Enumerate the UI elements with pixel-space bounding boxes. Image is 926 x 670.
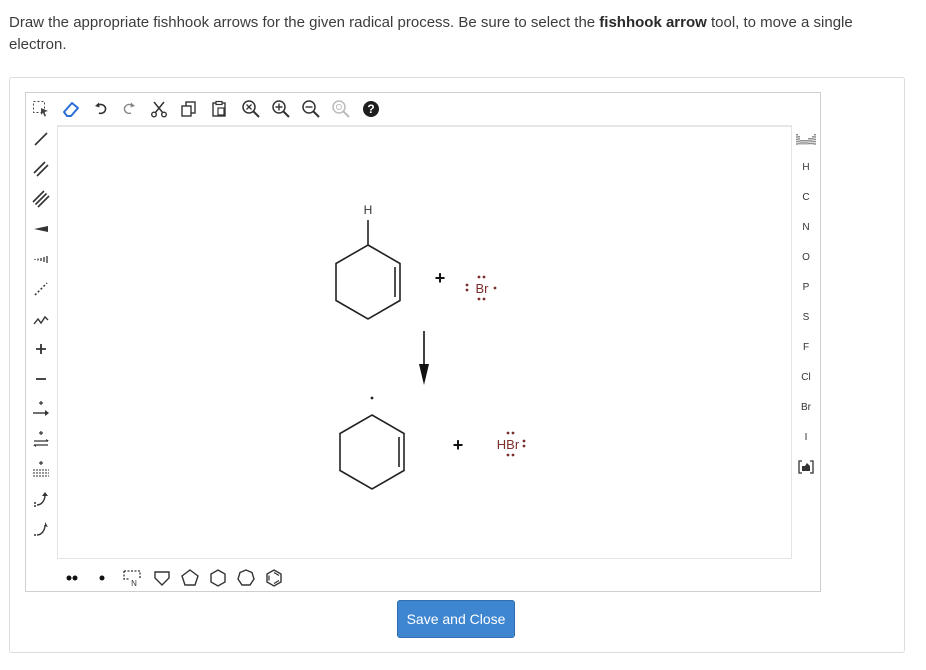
bromine-radical: Br bbox=[465, 275, 497, 301]
single-bond-icon[interactable] bbox=[27, 126, 55, 152]
element-o-button[interactable]: O bbox=[792, 244, 820, 270]
br-label: Br bbox=[476, 281, 490, 296]
hash-bond-icon[interactable] bbox=[27, 246, 55, 272]
select-lasso-icon[interactable] bbox=[28, 94, 54, 124]
bottom-toolbar: N bbox=[56, 564, 796, 592]
save-and-close-button[interactable]: Save and Close bbox=[397, 600, 515, 638]
prompt-text-1: Draw the appropriate fishhook arrows for… bbox=[9, 14, 600, 31]
svg-text:N: N bbox=[131, 579, 137, 588]
minus-charge-icon[interactable] bbox=[27, 366, 55, 392]
reaction-arrow bbox=[419, 331, 429, 385]
hbr-molecule: HBr bbox=[497, 431, 526, 457]
help-icon[interactable]: ? bbox=[358, 94, 384, 124]
zoom-in-icon[interactable] bbox=[268, 94, 294, 124]
periodic-table-icon[interactable] bbox=[792, 126, 820, 152]
top-toolbar: ? bbox=[33, 94, 796, 124]
element-n-button[interactable]: N bbox=[792, 214, 820, 240]
zoom-reset-icon[interactable] bbox=[238, 94, 264, 124]
benzene-icon[interactable] bbox=[260, 564, 288, 592]
svg-text:?: ? bbox=[367, 102, 374, 116]
element-i-button[interactable]: I bbox=[792, 424, 820, 450]
plus-sign-1: + bbox=[435, 268, 446, 288]
wedge-bond-icon[interactable] bbox=[27, 216, 55, 242]
reactant-h-label: H bbox=[364, 203, 373, 217]
equilibrium-arrow-icon[interactable] bbox=[27, 426, 55, 452]
lone-pair-icon[interactable] bbox=[58, 564, 86, 592]
chain-icon[interactable] bbox=[27, 306, 55, 332]
cut-icon[interactable] bbox=[146, 94, 172, 124]
triple-bond-icon[interactable] bbox=[27, 186, 55, 212]
resonance-arrow-icon[interactable] bbox=[27, 456, 55, 482]
paste-icon[interactable] bbox=[206, 94, 232, 124]
product-molecule bbox=[339, 396, 405, 490]
fishhook-arrow-icon[interactable] bbox=[27, 516, 55, 542]
element-cl-button[interactable]: Cl bbox=[792, 364, 820, 390]
reaction-arrow-icon[interactable] bbox=[27, 396, 55, 422]
redo-icon[interactable] bbox=[116, 94, 142, 124]
ring-6-icon[interactable] bbox=[204, 564, 232, 592]
double-bond-icon[interactable] bbox=[27, 156, 55, 182]
eraser-icon[interactable] bbox=[58, 94, 84, 124]
custom-atom-icon[interactable] bbox=[792, 454, 820, 480]
element-c-button[interactable]: C bbox=[792, 184, 820, 210]
reactant-molecule: H bbox=[335, 203, 401, 320]
hbr-label: HBr bbox=[497, 437, 520, 452]
plus-charge-icon[interactable] bbox=[27, 336, 55, 362]
question-prompt: Draw the appropriate fishhook arrows for… bbox=[9, 12, 909, 56]
element-h-button[interactable]: H bbox=[792, 154, 820, 180]
ring-3-icon[interactable]: N bbox=[118, 564, 146, 592]
copy-icon[interactable] bbox=[176, 94, 202, 124]
reaction-drawing: H + Br + HBr bbox=[335, 203, 526, 490]
element-f-button[interactable]: F bbox=[792, 334, 820, 360]
dashed-bond-icon[interactable] bbox=[27, 276, 55, 302]
element-br-button[interactable]: Br bbox=[792, 394, 820, 420]
curved-arrow-icon[interactable] bbox=[27, 486, 55, 512]
template-search-icon[interactable] bbox=[328, 94, 354, 124]
plus-sign-2: + bbox=[453, 435, 464, 455]
element-s-button[interactable]: S bbox=[792, 304, 820, 330]
drawing-canvas[interactable]: H + Br + HBr bbox=[57, 125, 792, 559]
radical-icon[interactable] bbox=[88, 564, 116, 592]
ring-7-icon[interactable] bbox=[232, 564, 260, 592]
ring-4-icon[interactable] bbox=[148, 564, 176, 592]
zoom-out-icon[interactable] bbox=[298, 94, 324, 124]
prompt-bold-text: fishhook arrow bbox=[599, 14, 707, 31]
element-p-button[interactable]: P bbox=[792, 274, 820, 300]
undo-icon[interactable] bbox=[88, 94, 114, 124]
ring-5-icon[interactable] bbox=[176, 564, 204, 592]
